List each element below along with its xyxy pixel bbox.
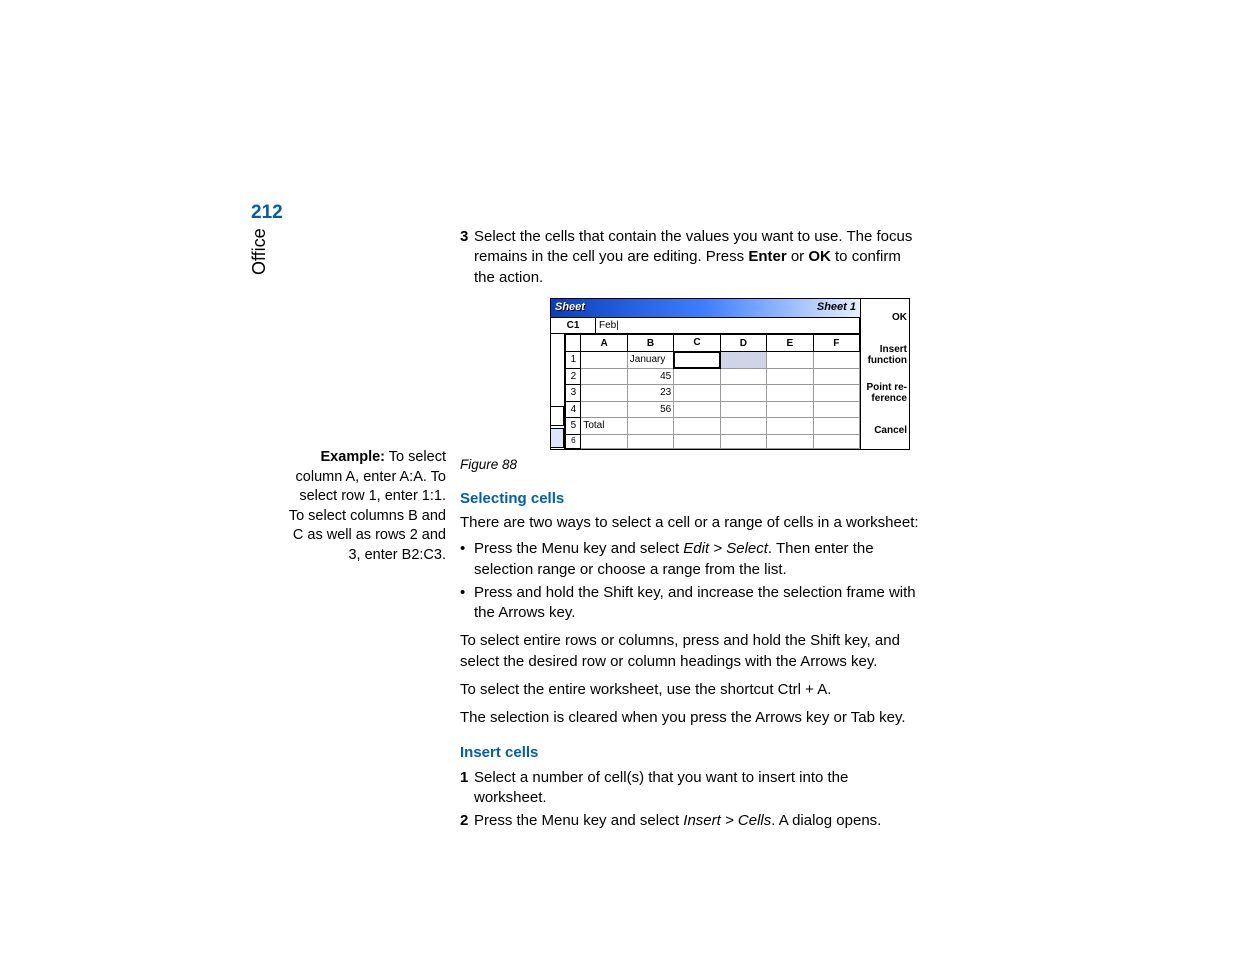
cell[interactable] <box>767 434 813 448</box>
cell[interactable] <box>720 385 766 402</box>
cell[interactable] <box>767 401 813 418</box>
softkey-cancel[interactable]: Cancel <box>861 411 909 449</box>
section-label: Office <box>249 228 270 275</box>
worksheet-tab-icon[interactable] <box>551 406 564 426</box>
step-text: Press the Menu key and select Insert > C… <box>474 811 920 831</box>
cell-selected[interactable] <box>674 352 720 369</box>
cell[interactable] <box>767 352 813 369</box>
step-3: 3 Select the cells that contain the valu… <box>460 227 920 288</box>
row-header[interactable]: 6 <box>566 434 581 448</box>
heading-selecting-cells: Selecting cells <box>460 489 920 509</box>
cell-reference-box[interactable]: C1 <box>551 318 596 335</box>
cell[interactable] <box>674 401 720 418</box>
step-2: 2 Press the Menu key and select Insert >… <box>460 811 920 831</box>
cell[interactable] <box>581 434 627 448</box>
paragraph: To select entire rows or columns, press … <box>460 631 920 672</box>
cell[interactable] <box>627 434 673 448</box>
figure-caption: Figure 88 <box>460 456 920 474</box>
row-header[interactable]: 1 <box>566 352 581 369</box>
bullet-marker: • <box>460 583 474 624</box>
grid-corner[interactable] <box>566 335 581 352</box>
cell[interactable] <box>813 385 859 402</box>
page-number: 212 <box>251 202 283 224</box>
chart-tab-icon[interactable] <box>551 428 564 448</box>
col-header[interactable]: B <box>627 335 673 352</box>
cell[interactable] <box>767 418 813 435</box>
selecting-intro: There are two ways to select a cell or a… <box>460 513 920 533</box>
example-label: Example: <box>321 449 385 465</box>
cell[interactable] <box>581 368 627 385</box>
cell[interactable] <box>813 352 859 369</box>
bullet-item: • Press the Menu key and select Edit > S… <box>460 539 920 580</box>
col-header[interactable]: C <box>674 335 720 352</box>
formula-input[interactable]: Feb| <box>596 318 860 335</box>
example-text: To select column A, enter A:A. To select… <box>289 449 446 563</box>
sheet-screenshot: Sheet Sheet 1 C1 Feb| <box>550 298 910 450</box>
softkeys-panel: OK Insert function Point re- ference Can… <box>860 299 909 449</box>
cell[interactable] <box>720 418 766 435</box>
cell[interactable] <box>674 418 720 435</box>
cell[interactable]: 23 <box>627 385 673 402</box>
cell[interactable] <box>720 434 766 448</box>
cell[interactable] <box>581 352 627 369</box>
cell[interactable] <box>720 368 766 385</box>
sheet-titlebar: Sheet Sheet 1 <box>551 299 860 317</box>
step-number: 1 <box>460 768 474 809</box>
paragraph: The selection is cleared when you press … <box>460 708 920 728</box>
cell[interactable] <box>767 368 813 385</box>
cell[interactable] <box>720 401 766 418</box>
heading-insert-cells: Insert cells <box>460 743 920 763</box>
col-header[interactable]: E <box>767 335 813 352</box>
spreadsheet-grid[interactable]: A B C D E F 1 January <box>565 334 860 449</box>
sheet-name: Sheet 1 <box>817 300 856 315</box>
step-text: Select the cells that contain the values… <box>474 227 920 288</box>
bullet-text: Press the Menu key and select Edit > Sel… <box>474 539 920 580</box>
cell[interactable] <box>674 434 720 448</box>
cell[interactable] <box>581 401 627 418</box>
step-text: Select a number of cell(s) that you want… <box>474 768 920 809</box>
row-header[interactable]: 3 <box>566 385 581 402</box>
softkey-ok[interactable]: OK <box>861 299 909 337</box>
softkey-point-reference[interactable]: Point re- ference <box>861 374 909 412</box>
cell[interactable] <box>627 418 673 435</box>
cell[interactable] <box>813 418 859 435</box>
cell[interactable] <box>813 368 859 385</box>
cell[interactable] <box>813 401 859 418</box>
margin-example: Example: To select column A, enter A:A. … <box>286 448 446 565</box>
col-header[interactable]: F <box>813 335 859 352</box>
cell[interactable] <box>674 368 720 385</box>
row-header[interactable]: 4 <box>566 401 581 418</box>
cell[interactable] <box>674 385 720 402</box>
sheet-title: Sheet <box>555 300 585 315</box>
step-1: 1 Select a number of cell(s) that you wa… <box>460 768 920 809</box>
cell[interactable]: January <box>627 352 673 369</box>
row-header[interactable]: 5 <box>566 418 581 435</box>
bullet-text: Press and hold the Shift key, and increa… <box>474 583 920 624</box>
step-number: 3 <box>460 227 474 288</box>
cell[interactable] <box>767 385 813 402</box>
paragraph: To select the entire worksheet, use the … <box>460 680 920 700</box>
softkey-insert-function[interactable]: Insert function <box>861 336 909 374</box>
sheet-tabs[interactable] <box>551 334 565 449</box>
cell[interactable] <box>581 385 627 402</box>
col-header[interactable]: D <box>720 335 766 352</box>
col-header[interactable]: A <box>581 335 627 352</box>
step-number: 2 <box>460 811 474 831</box>
cell[interactable]: Total <box>581 418 627 435</box>
cell[interactable] <box>813 434 859 448</box>
cell[interactable] <box>720 352 766 369</box>
bullet-marker: • <box>460 539 474 580</box>
cell[interactable]: 45 <box>627 368 673 385</box>
cell[interactable]: 56 <box>627 401 673 418</box>
bullet-item: • Press and hold the Shift key, and incr… <box>460 583 920 624</box>
row-header[interactable]: 2 <box>566 368 581 385</box>
